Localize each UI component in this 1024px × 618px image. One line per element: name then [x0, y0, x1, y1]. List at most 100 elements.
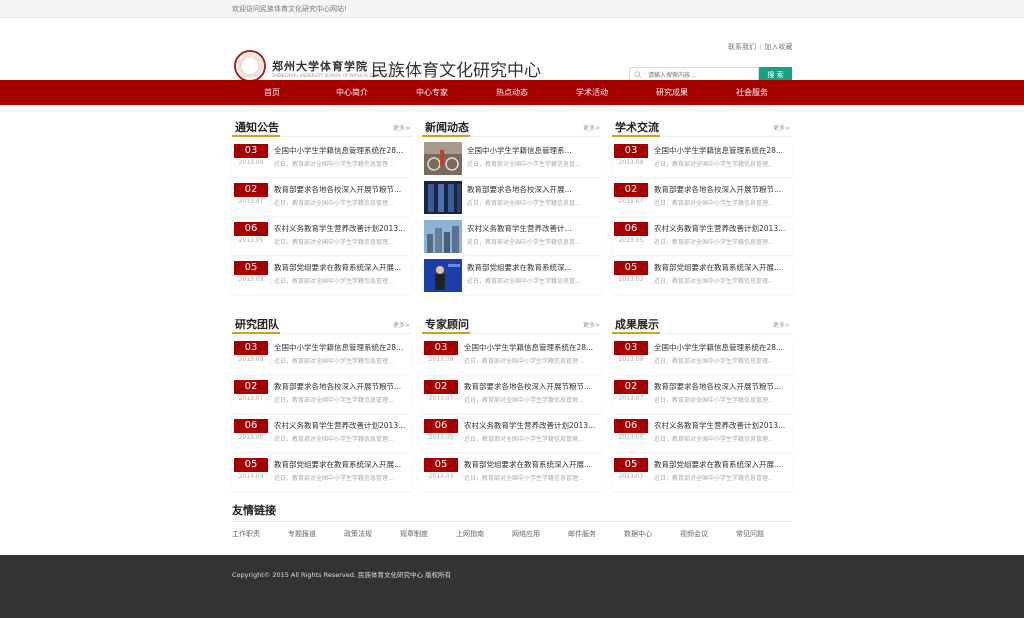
friend-link[interactable]: 规章制度 — [400, 529, 456, 539]
item-title[interactable]: 全国中小学生学籍信息管理系... — [467, 145, 598, 156]
news-thumbnail-image[interactable] — [424, 259, 462, 292]
list-item[interactable]: 02 2013.07 教育部要求各地各校深入开展节粮节... 近日，教育部对全国中小学… — [422, 378, 602, 413]
list-item[interactable]: 全国中小学生学籍信息管理系... 近日，教育部对全国中小学生学籍信息管... — [422, 142, 602, 177]
list-item[interactable]: 06 2013.05 农村义务教育学生营养改善计划2013... 近日，教育部对全国中… — [612, 417, 792, 452]
nav-news[interactable]: 热点动态 — [472, 80, 552, 105]
item-title[interactable]: 教育部党组要求在教育系统深入开展... — [464, 459, 598, 470]
item-title[interactable]: 教育部要求各地各校深入开展节粮节... — [464, 381, 598, 392]
more-link[interactable]: 更多> — [773, 320, 790, 329]
list-item[interactable]: 02 2013.07 教育部要求各地各校深入开展节粮节... 近日，教育部对全国中小学… — [232, 378, 412, 413]
date-badge: 02 2013.07 — [614, 183, 648, 209]
nav-home[interactable]: 首页 — [232, 80, 312, 105]
date-day: 03 — [614, 144, 648, 158]
more-link[interactable]: 更多> — [393, 123, 410, 132]
item-title[interactable]: 农村义务教育学生营养改善计划2013... — [274, 223, 408, 234]
copyright-text: Copyright© 2015 All Rights Reserved. 民族体… — [232, 571, 452, 579]
news-thumbnail-image[interactable] — [424, 181, 462, 214]
more-link[interactable]: 更多> — [583, 320, 600, 329]
list-item[interactable]: 02 2013.07 教育部要求各地各校深入开展节粮节... 近日，教育部对全国中小学… — [232, 181, 412, 216]
list-item[interactable]: 03 2013.09 全国中小学生学籍信息管理系统在28... 近日，教育部对全国中小… — [422, 339, 602, 374]
item-title[interactable]: 全国中小学生学籍信息管理系统在28... — [654, 145, 788, 156]
section-header: 成果展示 更多> — [612, 312, 792, 334]
item-summary: 近日，教育部对全国中小学生学籍信息管理... — [274, 161, 394, 168]
item-title[interactable]: 教育部要求各地各校深入开展节粮节... — [654, 381, 788, 392]
date-badge: 02 2013.07 — [234, 183, 268, 209]
date-badge: 06 2013.05 — [424, 419, 458, 445]
item-summary: 近日，教育部对全国中小学生学籍信息管... — [467, 278, 581, 285]
list-item[interactable]: 05 2013.03 教育部党组要求在教育系统深入开展... 近日，教育部对全国中小学… — [232, 259, 412, 294]
contact-us-link[interactable]: 联系我们 — [728, 43, 756, 51]
friend-link[interactable]: 邮件服务 — [568, 529, 624, 539]
item-title[interactable]: 全国中小学生学籍信息管理系统在28... — [654, 342, 788, 353]
nav-experts[interactable]: 中心专家 — [392, 80, 472, 105]
item-title[interactable]: 农村义务教育学生营养改善计划2013... — [654, 223, 788, 234]
item-title[interactable]: 教育部要求各地各校深入开展节粮节... — [274, 381, 408, 392]
news-thumbnail-image[interactable] — [424, 142, 462, 175]
news-thumbnail-image[interactable] — [424, 220, 462, 253]
list-item[interactable]: 05 2013.03 教育部党组要求在教育系统深入开展... 近日，教育部对全国中小学… — [612, 259, 792, 294]
item-title[interactable]: 教育部要求各地各校深入开展节粮节... — [274, 184, 408, 195]
list-item[interactable]: 03 2013.09 全国中小学生学籍信息管理系统在28... 近日，教育部对全国中小… — [232, 142, 412, 177]
item-title[interactable]: 教育部要求各地各校深入开展节粮节... — [654, 184, 788, 195]
item-summary: 近日，教育部对全国中小学生学籍信息管理... — [654, 200, 774, 207]
date-year-month: 2013.05 — [238, 237, 264, 244]
list-item[interactable]: 02 2013.07 教育部要求各地各校深入开展节粮节... 近日，教育部对全国中小学… — [612, 378, 792, 413]
list-item[interactable]: 02 2013.07 教育部要求各地各校深入开展节粮节... 近日，教育部对全国中小学… — [612, 181, 792, 216]
more-link[interactable]: 更多> — [773, 123, 790, 132]
list-item[interactable]: 05 2013.03 教育部党组要求在教育系统深入开展... 近日，教育部对全国中小学… — [612, 456, 792, 491]
list-item[interactable]: 03 2013.09 全国中小学生学籍信息管理系统在28... 近日，教育部对全国中小… — [612, 142, 792, 177]
list-item[interactable]: 教育部党组要求在教育系统深... 近日，教育部对全国中小学生学籍信息管... — [422, 259, 602, 294]
list-item[interactable]: 06 2013.05 农村义务教育学生营养改善计划2013... 近日，教育部对全国中… — [422, 417, 602, 452]
date-badge: 06 2013.05 — [614, 419, 648, 445]
nav-activities[interactable]: 学术活动 — [552, 80, 632, 105]
date-year-month: 2013.05 — [428, 434, 454, 441]
list-item[interactable]: 农村义务教育学生营养改善计... 近日，教育部对全国中小学生学籍信息管... — [422, 220, 602, 255]
item-title[interactable]: 教育部党组要求在教育系统深入开展... — [654, 262, 788, 273]
item-title[interactable]: 教育部党组要求在教育系统深... — [467, 262, 598, 273]
item-title[interactable]: 农村义务教育学生营养改善计... — [467, 223, 598, 234]
school-logo-calligraphy[interactable]: 郑州大学体育学院 — [272, 58, 368, 74]
friend-link[interactable]: 数据中心 — [624, 529, 680, 539]
add-favorite-link[interactable]: 加入收藏 — [764, 43, 792, 51]
list-item[interactable]: 06 2013.05 农村义务教育学生营养改善计划2013... 近日，教育部对全国中… — [612, 220, 792, 255]
friend-link[interactable]: 视频会议 — [680, 529, 736, 539]
nav-services[interactable]: 社会服务 — [712, 80, 792, 105]
friend-link[interactable]: 工作职责 — [232, 529, 288, 539]
friend-link[interactable]: 专题报道 — [288, 529, 344, 539]
list-item[interactable]: 教育部要求各地各校深入开展... 近日，教育部对全国中小学生学籍信息管... — [422, 181, 602, 216]
item-title[interactable]: 全国中小学生学籍信息管理系统在28... — [274, 342, 408, 353]
item-title[interactable]: 教育部要求各地各校深入开展... — [467, 184, 598, 195]
date-badge: 05 2013.03 — [614, 261, 648, 287]
item-title[interactable]: 教育部党组要求在教育系统深入开展... — [274, 459, 408, 470]
list-item[interactable]: 03 2013.09 全国中小学生学籍信息管理系统在28... 近日，教育部对全国中小… — [232, 339, 412, 374]
friend-link[interactable]: 上网指南 — [456, 529, 512, 539]
date-day: 03 — [234, 341, 268, 355]
more-link[interactable]: 更多> — [583, 123, 600, 132]
list-item[interactable]: 06 2013.05 农村义务教育学生营养改善计划2013... 近日，教育部对全国中… — [232, 220, 412, 255]
friend-link[interactable]: 网络应用 — [512, 529, 568, 539]
site-title[interactable]: 民族体育文化研究中心 — [371, 56, 541, 81]
section-header: 学术交流 更多> — [612, 115, 792, 137]
friend-links-title: 友情链接 — [232, 504, 276, 517]
list-item[interactable]: 03 2013.09 全国中小学生学籍信息管理系统在28... 近日，教育部对全国中小… — [612, 339, 792, 374]
more-link[interactable]: 更多> — [393, 320, 410, 329]
date-year-month: 2013.03 — [618, 276, 644, 283]
item-title[interactable]: 农村义务教育学生营养改善计划2013... — [464, 420, 598, 431]
nav-results[interactable]: 研究成果 — [632, 80, 712, 105]
friend-link[interactable]: 常见问题 — [736, 529, 792, 539]
school-emblem-icon[interactable] — [234, 50, 266, 82]
item-summary: 近日，教育部对全国中小学生学籍信息管理... — [274, 436, 394, 443]
list-item[interactable]: 06 2013.05 农村义务教育学生营养改善计划2013... 近日，教育部对全国中… — [232, 417, 412, 452]
list-item[interactable]: 05 2013.03 教育部党组要求在教育系统深入开展... 近日，教育部对全国中小学… — [422, 456, 602, 491]
item-title[interactable]: 全国中小学生学籍信息管理系统在28... — [274, 145, 408, 156]
item-title[interactable]: 农村义务教育学生营养改善计划2013... — [274, 420, 408, 431]
friend-link[interactable]: 政策法规 — [344, 529, 400, 539]
item-title[interactable]: 教育部党组要求在教育系统深入开展... — [654, 459, 788, 470]
list-item[interactable]: 05 2013.03 教育部党组要求在教育系统深入开展... 近日，教育部对全国中小学… — [232, 456, 412, 491]
nav-about[interactable]: 中心简介 — [312, 80, 392, 105]
item-title[interactable]: 全国中小学生学籍信息管理系统在28... — [464, 342, 598, 353]
section-title-underline — [612, 332, 660, 334]
item-summary: 近日，教育部对全国中小学生学籍信息管理... — [274, 278, 394, 285]
item-title[interactable]: 教育部党组要求在教育系统深入开展... — [274, 262, 408, 273]
item-title[interactable]: 农村义务教育学生营养改善计划2013... — [654, 420, 788, 431]
